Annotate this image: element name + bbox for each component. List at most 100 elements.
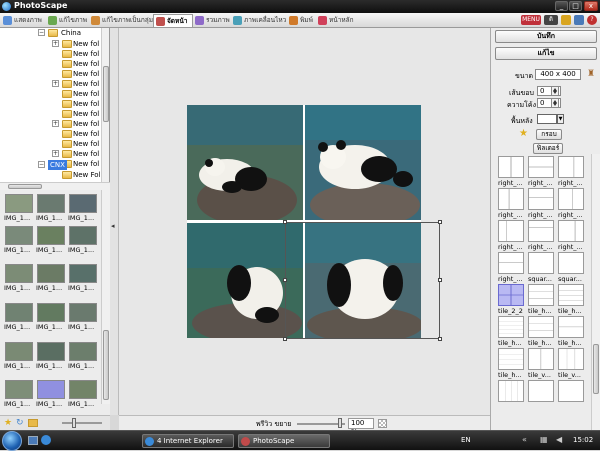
template-item[interactable]: right_... [558, 188, 584, 220]
photo-cell-1[interactable] [187, 105, 303, 220]
thumbnail[interactable]: IMG_1... [36, 264, 66, 292]
thumbnail[interactable]: IMG_1... [68, 194, 98, 222]
expand-icon[interactable]: + [52, 150, 59, 157]
size-value[interactable]: 400 x 400 [535, 69, 581, 80]
expand-icon[interactable]: + [52, 80, 59, 87]
start-button[interactable] [2, 431, 22, 451]
template-item[interactable]: tile_h... [528, 316, 554, 348]
thumbnail[interactable]: IMG_1... [68, 380, 98, 408]
grid-icon[interactable] [378, 419, 387, 428]
window-icon[interactable] [574, 15, 584, 25]
tree-horizontal-scrollbar[interactable] [0, 182, 110, 190]
template-item[interactable]: squar... [528, 252, 554, 284]
taskbar-item-photoscape[interactable]: PhotoScape [238, 434, 330, 448]
resize-handle[interactable] [283, 278, 287, 282]
zoom-value[interactable]: 100 % [348, 418, 374, 436]
template-item[interactable] [528, 380, 554, 412]
minimize-button[interactable]: _ [555, 1, 568, 11]
thumbnail[interactable]: IMG_1... [4, 303, 34, 331]
thumbnail[interactable]: IMG_1... [36, 226, 66, 254]
thumbnail[interactable]: IMG_1... [4, 264, 34, 292]
scrollbar-thumb[interactable] [103, 66, 109, 122]
tab-print[interactable]: พิมพ์ [287, 14, 313, 27]
filter-button[interactable]: ฟิลเตอร์ [533, 143, 563, 154]
taskbar-item-ie[interactable]: 4 Internet Explorer [142, 434, 234, 448]
save-button[interactable]: บันทึก [495, 30, 597, 43]
tab-editor[interactable]: แก้ไขภาพ [46, 14, 87, 27]
star-icon[interactable]: ★ [519, 128, 528, 139]
template-item[interactable]: right_... [498, 252, 524, 284]
tree-node-selected[interactable]: CNX [48, 160, 67, 170]
thumbnail[interactable]: IMG_1... [36, 303, 66, 331]
template-item[interactable]: tile_h... [498, 316, 524, 348]
template-item[interactable]: right_... [498, 156, 524, 188]
template-item[interactable]: tile_v... [528, 348, 554, 380]
zoom-slider-handle[interactable] [338, 418, 342, 428]
tab-batch-editor[interactable]: แก้ไขภาพเป็นกลุ่ม [89, 14, 153, 27]
template-item[interactable]: right_... [558, 156, 584, 188]
template-item[interactable]: right_... [558, 220, 584, 252]
tree-vertical-scrollbar[interactable] [101, 28, 109, 182]
tab-viewer[interactable]: แสดงภาพ [1, 14, 42, 27]
left-splitter[interactable]: ◂ [110, 28, 119, 415]
scrollbar-thumb[interactable] [8, 184, 42, 189]
maximize-button[interactable]: □ [569, 1, 582, 11]
help-icon[interactable]: ? [587, 15, 597, 25]
photo-cell-2[interactable] [305, 105, 421, 220]
spacing-spinner[interactable] [551, 98, 559, 108]
thumbnail[interactable]: IMG_1... [68, 264, 98, 292]
thumbnail[interactable]: IMG_1... [68, 342, 98, 370]
thumbnail-size-slider[interactable] [62, 422, 102, 424]
template-vertical-scrollbar[interactable] [591, 154, 600, 430]
expand-icon[interactable]: + [52, 120, 59, 127]
template-item[interactable]: tile_h... [558, 284, 584, 316]
resize-handle[interactable] [438, 337, 442, 341]
resize-handle[interactable] [438, 278, 442, 282]
template-item[interactable]: tile_v... [558, 348, 584, 380]
template-item[interactable] [498, 380, 524, 412]
volume-icon[interactable]: ◀ [556, 435, 562, 444]
collapse-icon[interactable]: − [38, 161, 45, 168]
rotate-icon[interactable]: ↻ [16, 418, 24, 428]
resize-handle[interactable] [438, 220, 442, 224]
template-item[interactable]: right_... [498, 188, 524, 220]
network-icon[interactable]: ▦ [540, 435, 548, 444]
thumbnail[interactable]: IMG_1... [68, 303, 98, 331]
folder-icon[interactable] [28, 419, 38, 427]
collapse-arrow-icon[interactable]: ◂ [111, 222, 115, 230]
template-item[interactable]: tile_h... [528, 284, 554, 316]
selection-box[interactable] [285, 222, 440, 339]
resize-handle[interactable] [283, 220, 287, 224]
arrow-up-icon[interactable]: « [522, 435, 527, 444]
template-item[interactable]: tile_h... [558, 316, 584, 348]
scrollbar-thumb[interactable] [593, 344, 599, 394]
template-item[interactable]: squar... [558, 252, 584, 284]
expand-icon[interactable]: + [52, 40, 59, 47]
thumbnail[interactable]: IMG_1... [4, 380, 34, 408]
star-icon[interactable]: ★ [4, 418, 12, 428]
folder-icon[interactable] [561, 15, 571, 25]
page-canvas[interactable] [119, 28, 490, 415]
template-item[interactable]: right_... [528, 156, 554, 188]
language-indicator[interactable]: EN [461, 436, 471, 444]
show-desktop-icon[interactable] [28, 436, 38, 445]
mode-button[interactable]: ดิ [544, 15, 558, 25]
clock[interactable]: 15:02 [573, 436, 593, 444]
thumbnail[interactable]: IMG_1... [4, 194, 34, 222]
edit-button[interactable]: แก้ไข [495, 47, 597, 60]
size-lock-icon[interactable]: ♜ [587, 69, 595, 79]
template-item[interactable]: right_... [528, 188, 554, 220]
tab-animated-gif[interactable]: ภาพเคลื่อนไหว [231, 14, 286, 27]
thumbnail[interactable]: IMG_1... [4, 226, 34, 254]
thumbnail[interactable]: IMG_1... [68, 226, 98, 254]
template-item[interactable] [558, 380, 584, 412]
thumbnail-vertical-scrollbar[interactable] [101, 190, 110, 404]
tab-home[interactable]: หน้าหลัก [316, 14, 354, 27]
ie-quicklaunch-icon[interactable] [41, 435, 51, 445]
thumbnail[interactable]: IMG_1... [36, 194, 66, 222]
frame-button[interactable]: กรอบ [536, 129, 562, 140]
tab-combine[interactable]: รวมภาพ [193, 14, 230, 27]
tab-page[interactable]: จัดหน้า [153, 14, 193, 27]
color-dropdown-icon[interactable]: ▼ [557, 114, 564, 124]
menu-button[interactable]: MENU [521, 15, 541, 25]
